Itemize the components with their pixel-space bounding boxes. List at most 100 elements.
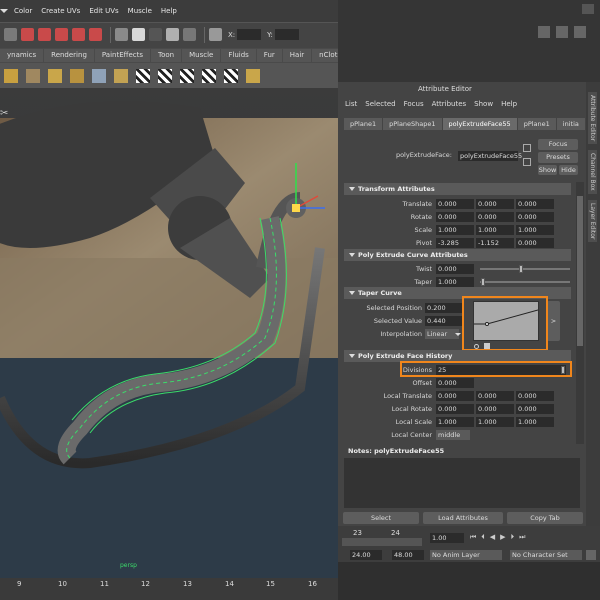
perspective-viewport[interactable]: ✂ persp [0,88,338,578]
tab-attribute-editor[interactable]: Attribute Editor [588,92,597,145]
shelf-tab-muscle[interactable]: Muscle [182,49,221,62]
scale-x[interactable]: 1.000 [436,225,474,235]
snap-grid-icon[interactable] [21,28,34,41]
presets-button[interactable]: Presets [538,152,578,163]
scale-z[interactable]: 1.000 [516,225,554,235]
checker-icon[interactable] [136,68,150,83]
select-by-hierarchy-icon[interactable] [4,28,17,41]
shelf-tab-fur[interactable]: Fur [256,49,282,62]
output-connection-icon[interactable] [523,158,531,166]
preferences-icon[interactable] [586,550,596,560]
history-icon[interactable] [115,28,128,41]
snap-point-icon[interactable] [55,28,68,41]
render-current-icon[interactable] [149,28,162,41]
shelf-tab-toon[interactable]: Toon [151,49,182,62]
shader-icon[interactable] [48,68,62,83]
rotate-z[interactable]: 0.000 [516,212,554,222]
time-ruler[interactable]: 9 10 11 12 13 14 15 16 [0,578,338,600]
menu-arrow-icon[interactable] [0,9,8,13]
menu-list[interactable]: List [345,100,357,108]
account-icon[interactable] [582,4,594,14]
local-scale-x[interactable]: 1.000 [436,417,474,427]
load-attributes-button[interactable]: Load Attributes [423,512,503,524]
snap-surface-icon[interactable] [89,28,102,41]
menu-attributes[interactable]: Attributes [432,100,467,108]
twist-slider-knob[interactable] [519,265,523,273]
x-field[interactable] [237,29,262,40]
local-scale-y[interactable]: 1.000 [476,417,514,427]
translate-z[interactable]: 0.000 [516,199,554,209]
shelf-tab-fluids[interactable]: Fluids [221,49,256,62]
anim-layer-dropdown[interactable]: No Anim Layer [430,550,502,560]
render-settings-icon[interactable] [183,28,196,41]
texture-icon[interactable] [70,68,84,83]
tab-pplaneshape1[interactable]: pPlaneShape1 [383,118,442,130]
shelf-tab-painteffects[interactable]: PaintEffects [94,49,151,62]
tab-initial[interactable]: initia [556,118,585,130]
pivot-x[interactable]: -3.285 [436,238,474,248]
current-frame-field[interactable]: 1.00 [430,533,464,543]
rotate-x[interactable]: 0.000 [436,212,474,222]
translate-x[interactable]: 0.000 [436,199,474,209]
scale-y[interactable]: 1.000 [476,225,514,235]
tab-polyextrudeface55[interactable]: polyExtrudeFace55 [442,118,517,130]
local-rotate-z[interactable]: 0.000 [516,404,554,414]
local-rotate-x[interactable]: 0.000 [436,404,474,414]
taper-slider-knob[interactable] [481,278,485,286]
playback-controls[interactable]: ⏮⏴◀▶⏵⏭ [470,533,530,542]
local-translate-y[interactable]: 0.000 [476,391,514,401]
input-connection-icon[interactable] [523,144,531,152]
copy-tab-button[interactable]: Copy Tab [507,512,583,524]
selected-value-field[interactable]: 0.440 [425,316,463,326]
menu-muscle[interactable]: Muscle [128,7,152,15]
tab-pplane1-b[interactable]: pPlane1 [517,118,556,130]
local-center-dropdown[interactable]: middle [436,430,470,440]
menu-focus[interactable]: Focus [404,100,424,108]
local-rotate-y[interactable]: 0.000 [476,404,514,414]
local-scale-z[interactable]: 1.000 [516,417,554,427]
end-frame-field[interactable]: 48.00 [392,550,424,560]
material-icon[interactable] [26,68,40,83]
tab-layer-editor[interactable]: Layer Editor [588,200,597,243]
attribute-editor-icon[interactable] [574,26,586,38]
pivot-z[interactable]: 0.000 [516,238,554,248]
focus-button[interactable]: Focus [538,139,578,150]
scrollbar-thumb[interactable] [577,196,583,346]
y-field[interactable] [274,29,299,40]
menu-help[interactable]: Help [161,7,177,15]
command-line[interactable] [338,562,600,600]
twist-field[interactable]: 0.000 [436,264,474,274]
show-button[interactable]: Show [538,165,557,175]
tab-channel-box[interactable]: Channel Box [588,150,597,194]
checker-icon[interactable] [180,68,194,83]
checker-icon[interactable] [224,68,238,83]
local-translate-z[interactable]: 0.000 [516,391,554,401]
start-frame-field[interactable]: 24.00 [350,550,382,560]
pivot-y[interactable]: -1.152 [476,238,514,248]
manipulator-center[interactable] [292,204,300,212]
panel-layout-icon[interactable] [538,26,550,38]
shelf-tab-dynamics[interactable]: ynamics [0,49,44,62]
uv-icon[interactable] [246,68,260,83]
cube-tool-icon[interactable] [4,68,18,83]
taper-field[interactable]: 1.000 [436,277,474,287]
selected-position-field[interactable]: 0.200 [425,303,463,313]
ipr-render-icon[interactable] [166,28,179,41]
transform-mode-icon[interactable] [209,28,222,41]
snap-view-icon[interactable] [72,28,85,41]
twist-slider[interactable] [480,268,570,270]
menu-create-uvs[interactable]: Create UVs [41,7,80,15]
channel-box-icon[interactable] [556,26,568,38]
notes-textarea[interactable] [344,458,580,508]
menu-selected[interactable]: Selected [365,100,395,108]
snap-curve-icon[interactable] [38,28,51,41]
node-name-field[interactable]: polyExtrudeFace55 [458,151,522,161]
interpolation-dropdown[interactable]: Linear [425,329,459,339]
light-icon[interactable] [92,68,106,83]
ramp-icon[interactable] [114,68,128,83]
timeline-track[interactable] [342,538,422,546]
character-set-dropdown[interactable]: No Character Set [510,550,582,560]
shelf-tab-rendering[interactable]: Rendering [44,49,94,62]
tab-pplane1[interactable]: pPlane1 [344,118,383,130]
rotate-y[interactable]: 0.000 [476,212,514,222]
